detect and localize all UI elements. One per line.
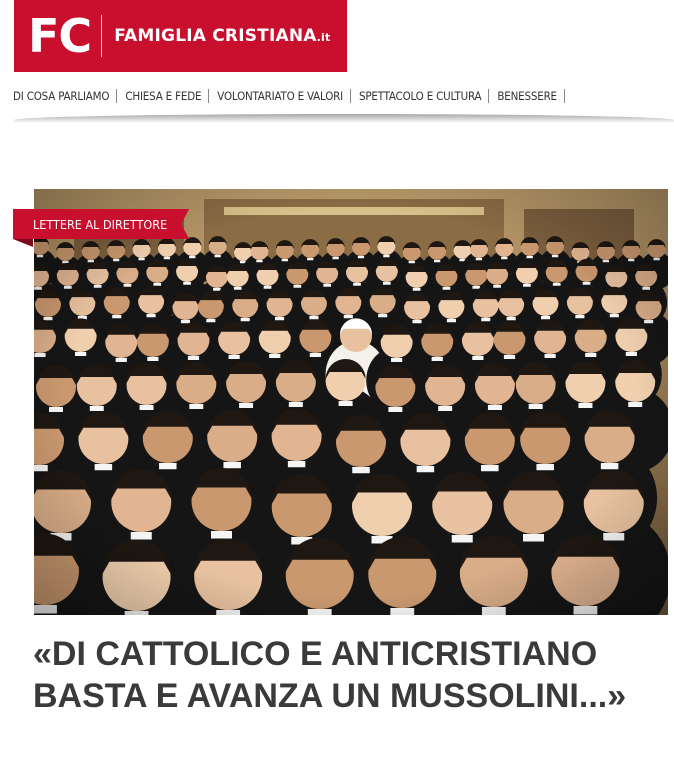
nav-item-di-cosa-parliamo[interactable]: DI COSA PARLIAMO [13, 89, 118, 103]
nav-item-benessere[interactable]: BENESSERE [497, 89, 565, 103]
article-hero-image[interactable] [34, 189, 668, 615]
logo-name: FAMIGLIA CRISTIANA.it [114, 26, 330, 46]
group-photo-illustration [34, 189, 668, 615]
ribbon-fold [13, 239, 33, 247]
vignette [34, 189, 668, 615]
section-ribbon[interactable]: LETTERE AL DIRETTORE [13, 209, 189, 239]
logo-initials: FC [28, 9, 92, 63]
nav-shadow-divider [14, 114, 674, 124]
logo-name-text: FAMIGLIA CRISTIANA [114, 26, 317, 46]
article-headline[interactable]: «DI CATTOLICO E ANTICRISTIANO BASTA E AV… [33, 633, 653, 717]
main-nav: DI COSA PARLIAMO CHIESA E FEDE VOLONTARI… [13, 87, 573, 105]
nav-item-spettacolo-e-cultura[interactable]: SPETTACOLO E CULTURA [359, 89, 490, 103]
logo-tld: .it [316, 31, 331, 44]
logo-divider [101, 15, 103, 57]
nav-item-volontariato-e-valori[interactable]: VOLONTARIATO E VALORI [217, 89, 351, 103]
site-logo[interactable]: FC FAMIGLIA CRISTIANA.it [14, 0, 347, 72]
nav-item-chiesa-e-fede[interactable]: CHIESA E FEDE [125, 89, 210, 103]
